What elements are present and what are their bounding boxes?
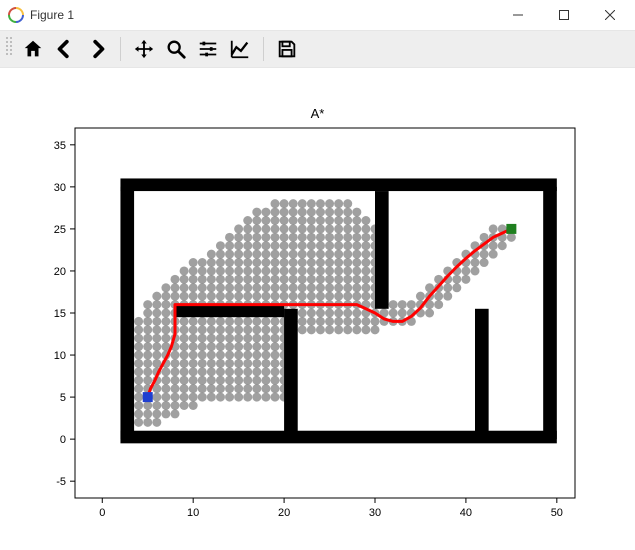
chart-title: A*: [0, 106, 635, 121]
toolbar-divider: [120, 37, 121, 61]
x-tick-label: 10: [187, 507, 199, 519]
y-tick-label: 25: [54, 224, 66, 236]
plot-svg: 0 10 20 30 40 50 -5 0 5 10 15 20 25 30 35: [0, 68, 635, 548]
toolbar: [0, 30, 635, 68]
y-tick-label: 35: [54, 140, 66, 152]
y-tick-label: 15: [54, 308, 66, 320]
y-tick-label: -5: [56, 476, 66, 488]
minimize-button[interactable]: [495, 0, 541, 30]
window-title: Figure 1: [30, 8, 74, 22]
y-tick-label: 30: [54, 182, 66, 194]
maximize-button[interactable]: [541, 0, 587, 30]
y-tick-label: 10: [54, 350, 66, 362]
x-tick-label: 0: [99, 507, 105, 519]
toolbar-divider: [263, 37, 264, 61]
close-button[interactable]: [587, 0, 633, 30]
app-icon: [8, 7, 24, 23]
x-tick-label: 30: [369, 507, 381, 519]
x-tick-label: 50: [551, 507, 563, 519]
x-tick-label: 20: [278, 507, 290, 519]
titlebar: Figure 1: [0, 0, 635, 30]
forward-button[interactable]: [82, 34, 112, 64]
home-button[interactable]: [18, 34, 48, 64]
y-tick-label: 0: [60, 434, 66, 446]
toolbar-grip: [6, 37, 12, 61]
y-tick-label: 20: [54, 266, 66, 278]
x-tick-label: 40: [460, 507, 472, 519]
y-tick-label: 5: [60, 392, 66, 404]
zoom-button[interactable]: [161, 34, 191, 64]
pan-button[interactable]: [129, 34, 159, 64]
window-root: Figure 1: [0, 0, 635, 550]
figure-canvas[interactable]: A* 0 10 20 30 40 50 -5 0 5 10 15 20 25 30 35: [0, 68, 635, 550]
configure-button[interactable]: [193, 34, 223, 64]
save-button[interactable]: [272, 34, 302, 64]
back-button[interactable]: [50, 34, 80, 64]
edit-axis-button[interactable]: [225, 34, 255, 64]
